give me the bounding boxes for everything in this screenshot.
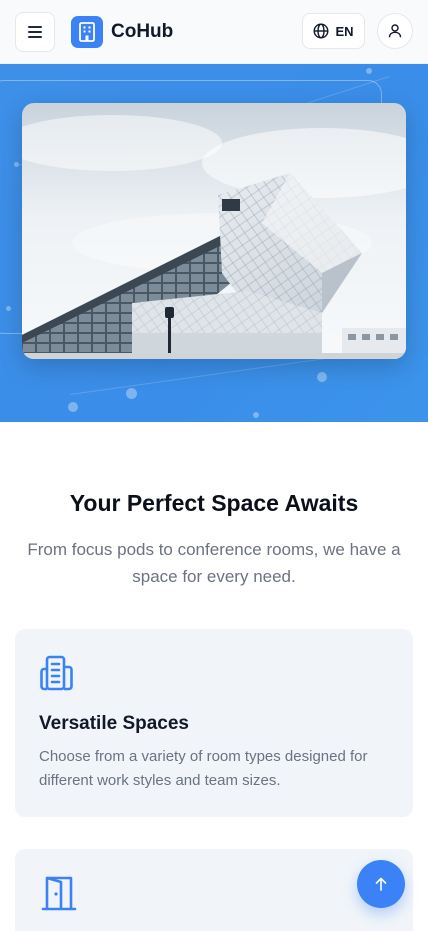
section-subtitle: From focus pods to conference rooms, we … (27, 540, 401, 586)
hero-dot (14, 162, 19, 167)
door-icon (41, 876, 77, 911)
hamburger-menu-icon (28, 25, 42, 38)
arrow-up-icon (375, 877, 387, 891)
hero-dot (253, 412, 259, 418)
feature-card (15, 849, 413, 931)
scroll-to-top-button[interactable] (357, 860, 405, 908)
user-account-button[interactable] (377, 13, 413, 49)
hero-dot (68, 402, 78, 412)
brand-name[interactable]: CoHub (111, 21, 173, 43)
hero-dot (126, 388, 137, 399)
feature-card-versatile-spaces: Versatile Spaces Choose from a variety o… (15, 629, 413, 817)
hero-dot (6, 306, 11, 311)
hero-dot (317, 372, 327, 382)
top-header: CoHub EN (0, 0, 428, 64)
section-title: Your Perfect Space Awaits (69, 490, 359, 516)
user-icon (388, 24, 402, 38)
hero-section (0, 64, 428, 422)
brand-logo[interactable] (71, 15, 103, 48)
globe-icon (313, 23, 329, 39)
language-selector-button[interactable]: EN (302, 13, 365, 49)
menu-button[interactable] (15, 11, 55, 52)
building-icon (40, 655, 73, 691)
card-title: Versatile Spaces (39, 713, 189, 734)
hero-dot (366, 68, 372, 74)
language-label: EN (335, 23, 354, 39)
card-description: Choose from a variety of room types desi… (39, 748, 368, 789)
hero-network-line (69, 357, 328, 395)
building-icon (79, 21, 95, 42)
hero-building-image (22, 103, 406, 359)
